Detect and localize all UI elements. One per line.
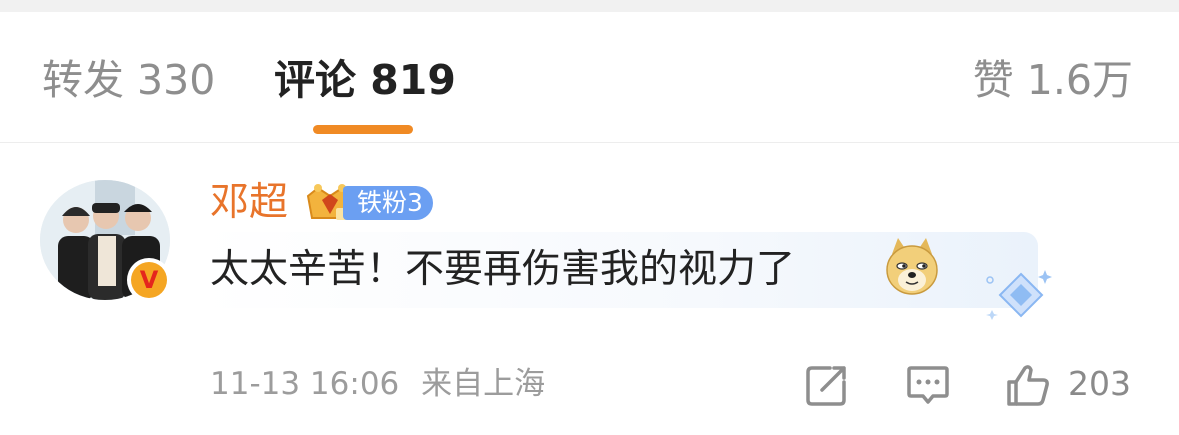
- comment-username[interactable]: 邓超: [210, 180, 288, 226]
- comment-timestamp: 11-13 16:06: [210, 366, 400, 402]
- status-strip: [0, 0, 1179, 12]
- comment-icon[interactable]: [905, 362, 951, 408]
- active-tab-indicator: [313, 125, 413, 134]
- tab-repost[interactable]: 转发 330: [42, 56, 215, 104]
- like-icon[interactable]: [1005, 362, 1051, 408]
- fan-level-badge: 铁粉3: [343, 186, 433, 220]
- tab-bar: 转发 330 评论 819 赞 1.6万: [0, 12, 1179, 143]
- diamond-decoration-icon: [986, 270, 1052, 320]
- tab-likes[interactable]: 赞 1.6万: [973, 56, 1133, 104]
- comment-text: 太太辛苦！不要再伤害我的视力了: [210, 247, 796, 292]
- share-icon[interactable]: [804, 362, 850, 408]
- verified-badge-icon: V: [127, 258, 171, 302]
- comment-meta: 11-13 16:06 来自上海: [210, 364, 545, 404]
- tab-comments[interactable]: 评论 819: [274, 56, 456, 104]
- doge-emoji-icon: [886, 238, 938, 295]
- comment-location: 来自上海: [421, 366, 546, 402]
- like-count: 203: [1068, 364, 1131, 403]
